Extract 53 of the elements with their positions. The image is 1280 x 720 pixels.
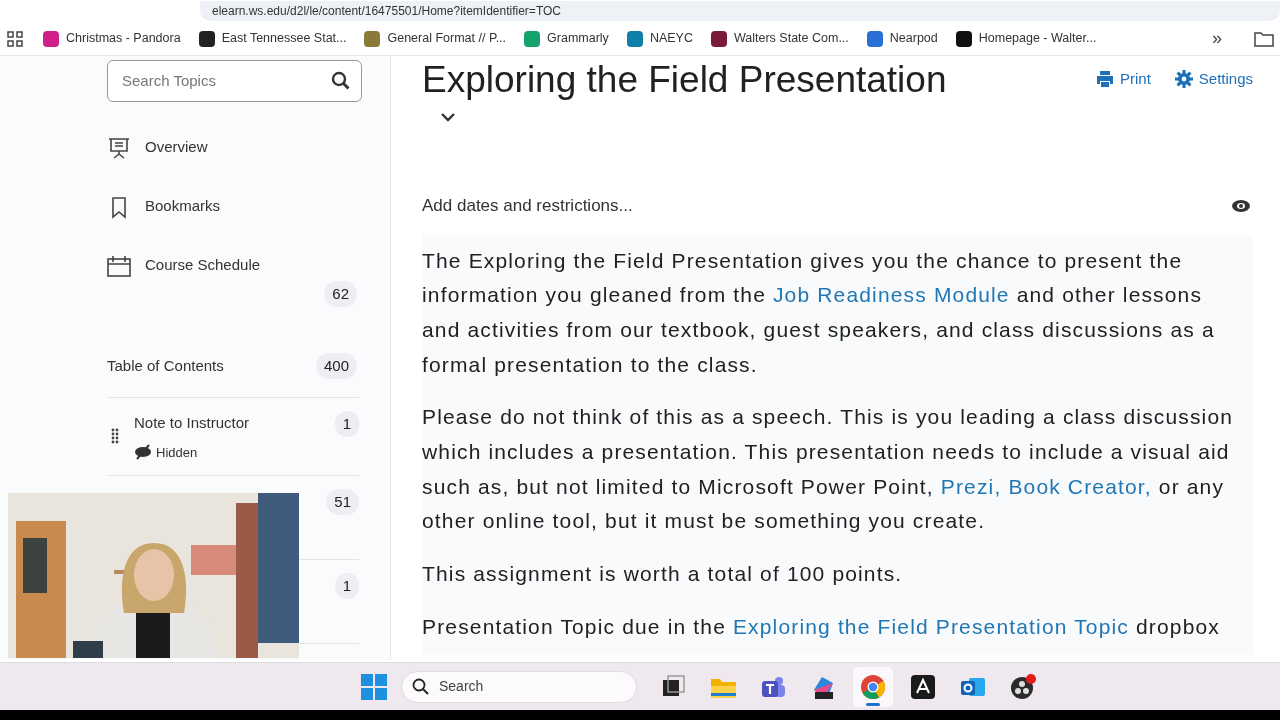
content-link[interactable]: Exploring the Field Presentation Topic xyxy=(732,614,1129,638)
bookmark-item[interactable]: Homepage - Walter... xyxy=(949,24,1103,53)
nav-item[interactable]: Overview xyxy=(107,134,208,161)
url-text: elearn.ws.edu/d2l/le/content/16475501/Home?itemIdentifier=TOC xyxy=(212,3,561,20)
taskbar-search-field[interactable]: Search xyxy=(439,676,626,697)
chevron-down-icon[interactable] xyxy=(440,112,456,123)
toc-heading[interactable]: Table of Contents xyxy=(107,354,224,378)
body-paragraph: Please do not think of this as a speech. This is you leading a class discussion which includes a presentation. This presentation needs to include a visual aid such as, but not limited to Microsoft Power Point, Prezi, Book Creator, or any other online tool, but it must be something you create. xyxy=(422,404,1235,535)
search-icon[interactable] xyxy=(331,71,351,91)
count-badge: 1 xyxy=(334,411,359,437)
restrictions-link[interactable]: Add dates and restrictions... xyxy=(422,193,633,219)
count-badge: 1 xyxy=(334,573,359,599)
bookmark-item[interactable]: General Format // P... xyxy=(358,24,513,53)
nav-item[interactable]: Bookmarks xyxy=(107,193,221,220)
pdf-app-icon xyxy=(910,673,936,700)
count-badge: 400 xyxy=(315,353,357,379)
print-button[interactable]: Print xyxy=(1095,68,1151,91)
bookmark-item[interactable]: East Tennessee Stat... xyxy=(192,24,353,53)
windows-start-icon[interactable] xyxy=(361,673,387,700)
hidden-status: Hidden xyxy=(156,443,198,462)
content-link[interactable]: Book Creator, xyxy=(1008,474,1152,498)
search-icon xyxy=(412,678,429,695)
search-field[interactable]: Search Topics xyxy=(107,60,362,102)
content-link[interactable]: Job Readiness Module xyxy=(772,283,1010,307)
body-paragraph: This assignment is worth a total of 100 points. xyxy=(422,561,904,588)
printer-icon xyxy=(1095,70,1114,89)
bookmark-item[interactable]: Grammarly xyxy=(518,24,615,53)
page-title: Exploring the Field Presentation xyxy=(422,58,947,102)
taskbar-search-field[interactable]: Search xyxy=(401,670,637,703)
count-badge: 62 xyxy=(324,281,357,307)
bookmark-item[interactable]: Walters State Com... xyxy=(704,24,855,53)
chrome-icon xyxy=(860,673,886,700)
settings-icon xyxy=(1174,70,1193,89)
apps-grid-icon[interactable] xyxy=(7,30,23,47)
bookmark-item[interactable]: Christmas - Pandora xyxy=(37,24,187,53)
count-badge: 51 xyxy=(326,489,359,515)
calendar-icon xyxy=(107,253,131,278)
eye-icon[interactable] xyxy=(1231,198,1251,213)
search-field[interactable]: Search Topics xyxy=(122,69,331,93)
drag-handle-icon[interactable] xyxy=(111,428,119,444)
folder-icon[interactable] xyxy=(1254,30,1274,47)
content-link[interactable]: Prezi, xyxy=(940,474,1002,498)
bookmark-item[interactable]: Nearpod xyxy=(860,24,944,53)
settings-button[interactable]: Settings xyxy=(1174,68,1253,91)
body-paragraph: The Exploring the Field Presentation gives you the chance to present the information you gleaned from the Job Readiness Module and other lessons and activities from our textbook, guest speakers, and class discussions as a formal presentation to the class. xyxy=(422,247,1216,378)
presentation-board-icon xyxy=(107,135,131,160)
record-app-icon xyxy=(1010,673,1036,700)
body-paragraph: Presentation Topic due in the Exploring the Field Presentation Topic dropbox xyxy=(422,613,1221,640)
bookmark-item[interactable]: NAEYC xyxy=(620,24,699,53)
nav-item[interactable]: Course Schedule xyxy=(107,252,261,279)
active-indicator xyxy=(866,702,880,706)
more-bookmarks-button[interactable]: » xyxy=(1202,25,1232,52)
module-title[interactable]: Note to Instructor xyxy=(134,412,250,435)
